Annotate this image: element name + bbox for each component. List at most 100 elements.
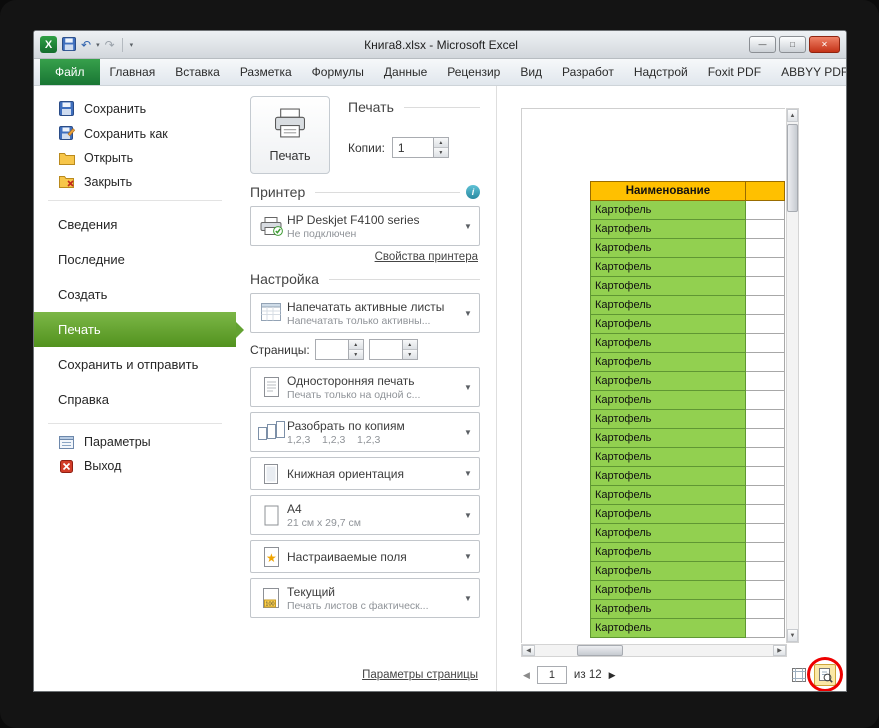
table-cell-empty [745,334,784,353]
table-cell-name: Картофель [591,600,746,619]
chevron-down-icon: ▼ [461,552,475,561]
scroll-down-icon[interactable]: ▼ [787,629,798,642]
sidebar-separator [48,423,222,424]
tab-data[interactable]: Данные [374,59,437,85]
scroll-up-icon[interactable]: ▲ [787,109,798,122]
table-cell-empty [745,505,784,524]
table-cell-empty [745,448,784,467]
table-cell-name: Картофель [591,315,746,334]
spinner-up-icon[interactable]: ▲ [403,340,417,349]
copies-value[interactable]: 1 [392,137,434,158]
show-margins-icon [791,667,807,683]
print-preview-pane: Наименование Картофель Картофель [496,86,846,691]
collate-icon [255,421,287,443]
tab-abbyy-pdf[interactable]: ABBYY PDF [771,59,847,85]
vertical-scroll-thumb[interactable] [787,124,798,212]
sidebar-item-save[interactable]: Сохранить [34,96,236,121]
sidebar-item-open[interactable]: Открыть [34,146,236,170]
collate-dropdown[interactable]: Разобрать по копиям 1,2,3 1,2,3 1,2,3 ▼ [250,412,480,452]
preview-vertical-scrollbar[interactable]: ▲ ▼ [786,108,799,643]
printer-select-dropdown[interactable]: HP Deskjet F4100 series Не подключен ▼ [250,206,480,246]
toolbar-separator [122,38,123,52]
sidebar-item-exit[interactable]: Выход [34,454,236,478]
tab-page-layout[interactable]: Разметка [230,59,302,85]
sidebar-item-new[interactable]: Создать [34,277,236,312]
print-button-label: Печать [270,149,311,163]
printer-name: HP Deskjet F4100 series [287,213,461,227]
preview-horizontal-scrollbar[interactable]: ◀ ▶ [521,644,787,657]
sidebar-item-close[interactable]: Закрыть [34,170,236,194]
page-count-label: из 12 [574,669,602,681]
spinner-up-icon[interactable]: ▲ [349,340,363,349]
active-sheets-icon [255,302,287,324]
print-top-row: Печать Печать Копии: 1 ▲▼ [250,96,480,174]
horizontal-scroll-thumb[interactable] [577,645,623,656]
open-folder-icon [58,152,75,165]
table-cell-name: Картофель [591,619,746,638]
printer-properties-link[interactable]: Свойства принтера [250,251,478,263]
previous-page-button[interactable]: ◀ [523,671,530,680]
options-icon [58,436,75,449]
paper-size-dropdown[interactable]: A4 21 см x 29,7 см ▼ [250,495,480,535]
pages-to-input[interactable] [369,339,403,360]
scaling-dropdown[interactable]: 100 Текущий Печать листов с фактическ...… [250,578,480,618]
sidebar-item-save-as[interactable]: Сохранить как [34,121,236,146]
show-margins-button[interactable] [788,664,810,686]
copies-stepper[interactable]: 1 ▲▼ [392,137,449,158]
duplex-dropdown[interactable]: Односторонняя печать Печать только на од… [250,367,480,407]
pages-from-stepper[interactable]: ▲▼ [315,339,364,360]
close-button[interactable]: ✕ [809,36,840,53]
sidebar-item-help[interactable]: Справка [34,382,236,417]
spinner-up-icon[interactable]: ▲ [434,138,448,147]
margins-dropdown[interactable]: ★ Настраиваемые поля ▼ [250,540,480,573]
current-page-input[interactable]: 1 [537,666,567,684]
tab-home[interactable]: Главная [100,59,166,85]
tab-insert[interactable]: Вставка [165,59,230,85]
table-cell-empty [745,220,784,239]
sidebar-item-label: Последние [58,252,125,267]
printer-info-icon[interactable]: i [466,185,480,199]
tab-addins[interactable]: Надстрой [624,59,698,85]
table-cell-empty [745,239,784,258]
tab-developer[interactable]: Разработ [552,59,624,85]
undo-icon[interactable]: ↶ [81,39,91,51]
table-cell-name: Картофель [591,353,746,372]
tab-foxit-pdf[interactable]: Foxit PDF [698,59,771,85]
minimize-button[interactable]: — [749,36,776,53]
print-what-dropdown[interactable]: Напечатать активные листы Напечатать тол… [250,293,480,333]
sidebar-item-print[interactable]: Печать [34,312,236,347]
excel-app-icon[interactable]: X [40,36,57,53]
maximize-button[interactable]: □ [779,36,806,53]
undo-dropdown-icon[interactable]: ▾ [96,41,100,49]
sidebar-item-info[interactable]: Сведения [34,207,236,242]
horizontal-scroll-track[interactable] [535,645,773,656]
scroll-left-icon[interactable]: ◀ [522,645,535,656]
tab-review[interactable]: Рецензир [437,59,510,85]
save-icon[interactable] [62,37,76,53]
preview-zoom-buttons [788,664,836,686]
scroll-right-icon[interactable]: ▶ [773,645,786,656]
zoom-to-page-button[interactable] [814,664,836,686]
spinner-down-icon[interactable]: ▼ [403,349,417,359]
orientation-dropdown[interactable]: Книжная ориентация ▼ [250,457,480,490]
tab-formulas[interactable]: Формулы [302,59,374,85]
tab-view[interactable]: Вид [510,59,552,85]
sidebar-item-recent[interactable]: Последние [34,242,236,277]
print-button[interactable]: Печать [250,96,330,174]
sidebar-item-save-and-send[interactable]: Сохранить и отправить [34,347,236,382]
vertical-scroll-track[interactable] [787,122,798,629]
spinner-down-icon[interactable]: ▼ [349,349,363,359]
pages-to-stepper[interactable]: ▲▼ [369,339,418,360]
next-page-button[interactable]: ▶ [609,671,616,680]
chevron-down-icon: ▼ [461,428,475,437]
sidebar-item-label: Открыть [84,151,133,165]
sidebar-item-options[interactable]: Параметры [34,430,236,454]
pages-from-input[interactable] [315,339,349,360]
tab-file[interactable]: Файл [40,59,100,85]
spinner-down-icon[interactable]: ▼ [434,147,448,157]
copies-spinner-arrows[interactable]: ▲▼ [434,137,449,158]
page-setup-link[interactable]: Параметры страницы [250,669,478,681]
table-cell-empty [745,619,784,638]
chevron-down-icon: ▼ [461,594,475,603]
exit-icon [58,460,75,473]
